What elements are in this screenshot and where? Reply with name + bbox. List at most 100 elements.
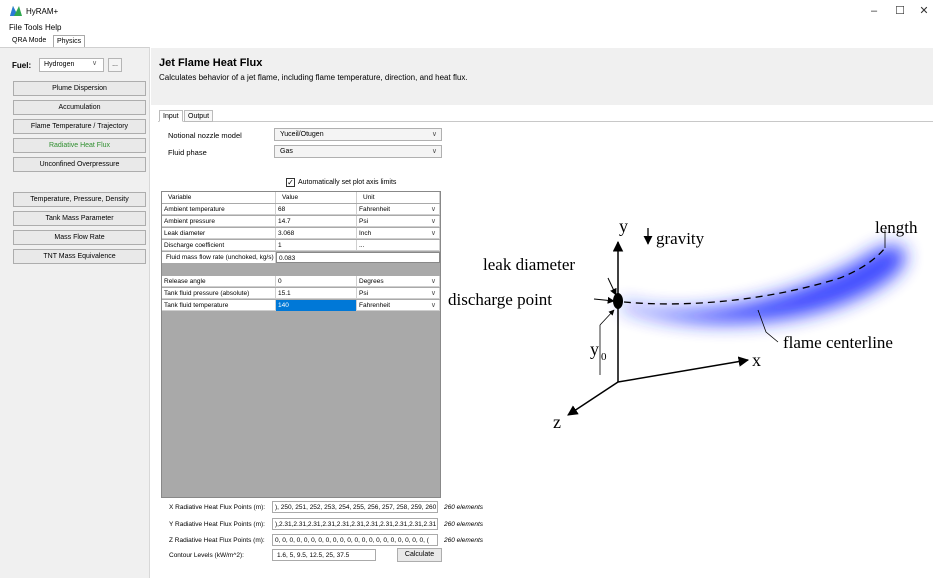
row-unit-select[interactable]: Fahrenheit ∨ bbox=[357, 204, 440, 215]
table-row: Ambient pressure 14.7 Psi ∨ bbox=[162, 216, 440, 227]
table-row: Tank fluid pressure (absolute) 15.1 Psi ∨ bbox=[162, 288, 440, 299]
tab-divider bbox=[158, 121, 933, 122]
z-points-label: Z Radiative Heat Flux Points (m): bbox=[169, 537, 265, 544]
row-variable: Fluid mass flow rate (unchoked, kg/s) :(… bbox=[162, 252, 276, 263]
row-variable: Tank fluid temperature bbox=[162, 300, 276, 311]
chevron-down-icon: ∨ bbox=[431, 148, 437, 155]
nav-unconfined-overpressure[interactable]: Unconfined Overpressure bbox=[13, 157, 146, 172]
x-points-input[interactable]: ), 250, 251, 252, 253, 254, 255, 256, 25… bbox=[272, 501, 438, 513]
contour-levels-label: Contour Levels (kW/m^2): bbox=[169, 552, 244, 559]
unit-value: Fahrenheit bbox=[359, 206, 391, 213]
menu-tools[interactable]: Tools bbox=[24, 23, 43, 32]
autoset-label: Automatically set plot axis limits bbox=[298, 179, 397, 186]
row-unit-select[interactable]: Inch ∨ bbox=[357, 228, 440, 239]
nav-tank-mass-parameter[interactable]: Tank Mass Parameter bbox=[13, 211, 146, 226]
unit-value: Psi bbox=[359, 218, 369, 225]
row-unit-select[interactable]: Degrees ∨ bbox=[357, 276, 440, 287]
fuel-more-button[interactable]: ... bbox=[108, 58, 122, 72]
chevron-down-icon: ∨ bbox=[430, 206, 436, 213]
unit-value: Degrees bbox=[359, 278, 384, 285]
y0-subscript: 0 bbox=[601, 351, 607, 363]
z-points-count: 260 elements bbox=[444, 537, 484, 544]
table-row: Discharge coefficient 1 ... bbox=[162, 240, 440, 251]
chevron-down-icon: ∨ bbox=[430, 218, 436, 225]
chevron-down-icon: ∨ bbox=[431, 131, 437, 138]
table-row: Ambient temperature 68 Fahrenheit ∨ bbox=[162, 204, 440, 215]
discharge-arrow bbox=[593, 296, 615, 304]
chevron-down-icon: ∨ bbox=[430, 278, 436, 285]
check-icon: ✓ bbox=[287, 178, 294, 187]
window-title: HyRAM+ bbox=[26, 7, 59, 16]
close-button[interactable]: ✕ bbox=[912, 4, 933, 18]
row-value-input[interactable]: 15.1 bbox=[276, 288, 357, 299]
unit-value: Fahrenheit bbox=[359, 302, 391, 309]
unit-value: Psi bbox=[359, 290, 369, 297]
tab-output[interactable]: Output bbox=[184, 110, 214, 122]
row-value-input[interactable]: 14.7 bbox=[276, 216, 357, 227]
z-points-input[interactable]: 0, 0, 0, 0, 0, 0, 0, 0, 0, 0, 0, 0, 0, 0… bbox=[272, 534, 438, 546]
fluid-phase-label: Fluid phase bbox=[168, 148, 207, 157]
grid-header-unit: Unit bbox=[357, 192, 440, 203]
maximize-button[interactable]: ☐ bbox=[888, 4, 912, 18]
z-axis-label: z bbox=[553, 412, 561, 432]
row-value-input[interactable]: 68 bbox=[276, 204, 357, 215]
row-value-input[interactable]: 3.068 bbox=[276, 228, 357, 239]
menu-file[interactable]: File bbox=[9, 23, 22, 32]
grid-header-row: Variable Value Unit bbox=[162, 192, 440, 203]
menu-help[interactable]: Help bbox=[45, 23, 61, 32]
nav-plume-dispersion[interactable]: Plume Dispersion bbox=[13, 81, 146, 96]
leak-diameter-label: leak diameter bbox=[483, 255, 575, 274]
flame-centerline-label: flame centerline bbox=[783, 333, 893, 352]
unit-value: Inch bbox=[359, 230, 372, 237]
row-unit-select[interactable]: Fahrenheit ∨ bbox=[357, 300, 440, 311]
fluid-phase-select[interactable]: Gas ∨ bbox=[274, 145, 442, 158]
row-unit-select[interactable]: Psi ∨ bbox=[357, 216, 440, 227]
title-bar bbox=[0, 0, 933, 22]
nav-temperature-pressure-density[interactable]: Temperature, Pressure, Density bbox=[13, 192, 146, 207]
calculate-button[interactable]: Calculate bbox=[397, 548, 442, 562]
nav-flame-temperature[interactable]: Flame Temperature / Trajectory bbox=[13, 119, 146, 134]
chevron-down-icon: ∨ bbox=[430, 290, 436, 297]
discharge-point-label: discharge point bbox=[448, 290, 552, 309]
row-value-input[interactable]: 140 bbox=[276, 300, 357, 311]
contour-levels-input[interactable]: 1.6, 5, 9.5, 12.5, 25, 37.5 bbox=[272, 549, 376, 561]
nav-radiative-heat-flux[interactable]: Radiative Heat Flux bbox=[13, 138, 146, 153]
page-title: Jet Flame Heat Flux bbox=[159, 57, 263, 69]
chevron-down-icon: ∨ bbox=[430, 302, 436, 309]
table-row: Release angle 0 Degrees ∨ bbox=[162, 276, 440, 287]
nav-mass-flow-rate[interactable]: Mass Flow Rate bbox=[13, 230, 146, 245]
x-points-label: X Radiative Heat Flux Points (m): bbox=[169, 504, 266, 511]
row-variable: Ambient temperature bbox=[162, 204, 276, 215]
flame-plume bbox=[622, 245, 906, 324]
page-subtitle: Calculates behavior of a jet flame, incl… bbox=[159, 73, 468, 82]
x-points-count: 260 elements bbox=[444, 504, 484, 511]
row-value-input[interactable]: 0 bbox=[276, 276, 357, 287]
row-unit-select[interactable]: Psi ∨ bbox=[357, 288, 440, 299]
row-value-input[interactable]: 0.083 bbox=[276, 252, 440, 263]
chevron-down-icon: ∨ bbox=[430, 230, 436, 237]
fluid-phase-value: Gas bbox=[280, 148, 293, 155]
nav-accumulation[interactable]: Accumulation bbox=[13, 100, 146, 115]
leak-diameter-arrow bbox=[607, 277, 617, 296]
row-value-input[interactable]: 1 bbox=[276, 240, 357, 251]
nozzle-model-select[interactable]: Yuceil/Otugen ∨ bbox=[274, 128, 442, 141]
nav-tnt-mass-equivalence[interactable]: TNT Mass Equivalence bbox=[13, 249, 146, 264]
minimize-button[interactable]: – bbox=[862, 4, 886, 18]
x-axis bbox=[617, 356, 750, 383]
row-variable: Ambient pressure bbox=[162, 216, 276, 227]
gravity-label: gravity bbox=[656, 229, 705, 248]
table-row: Tank fluid temperature 140 Fahrenheit ∨ bbox=[162, 300, 440, 311]
hyram-logo-icon bbox=[10, 6, 22, 16]
row-unit-cell: ... bbox=[357, 240, 440, 251]
nozzle-model-value: Yuceil/Otugen bbox=[280, 131, 324, 138]
y-points-label: Y Radiative Heat Flux Points (m): bbox=[169, 521, 265, 528]
y-points-input[interactable]: ),2.31,2.31,2.31,2.31,2.31,2.31,2.31,2.3… bbox=[272, 518, 438, 530]
jet-flame-diagram: y gravity length leak diameter discharge… bbox=[448, 216, 918, 432]
row-variable: Release angle bbox=[162, 276, 276, 287]
row-variable: Discharge coefficient bbox=[162, 240, 276, 251]
y-points-count: 260 elements bbox=[444, 521, 484, 528]
tab-input[interactable]: Input bbox=[159, 110, 183, 122]
autoset-checkbox[interactable]: ✓ bbox=[286, 178, 295, 187]
x-axis-label: x bbox=[752, 350, 761, 370]
row-variable: Leak diameter bbox=[162, 228, 276, 239]
